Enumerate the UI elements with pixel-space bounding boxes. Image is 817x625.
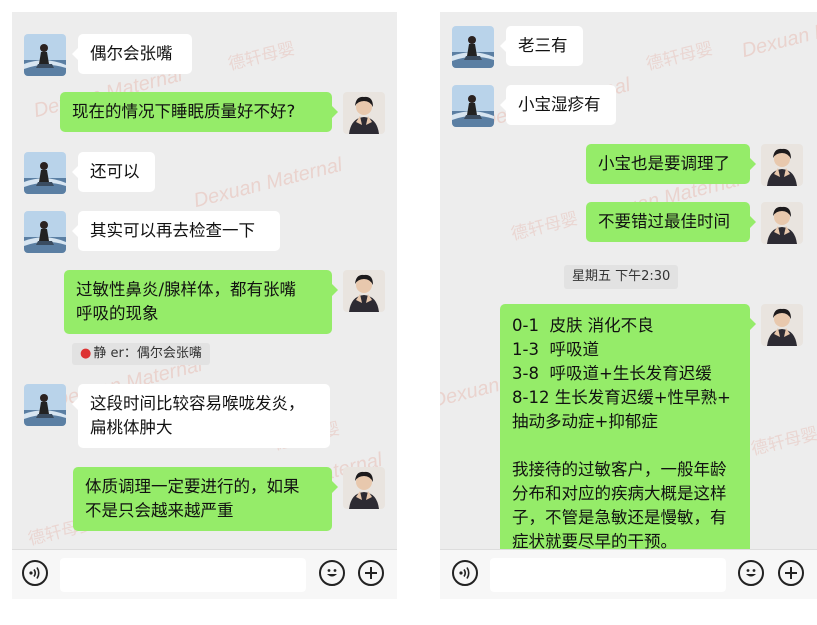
watermark: Dexuan Maternal xyxy=(739,12,817,63)
contact-avatar[interactable] xyxy=(24,211,66,253)
message-bubble-outgoing[interactable]: 过敏性鼻炎/腺样体，都有张嘴 呼吸的现象 xyxy=(64,270,338,334)
timestamp: 星期五 下午2:30 xyxy=(564,265,679,289)
message-input[interactable] xyxy=(60,558,306,592)
contact-avatar[interactable] xyxy=(24,152,66,194)
message-bubble-incoming[interactable]: 偶尔会张嘴 xyxy=(72,34,192,74)
contact-avatar[interactable] xyxy=(452,26,494,68)
watermark: 德轩母婴 xyxy=(644,38,715,74)
message-bubble-outgoing[interactable]: 小宝也是要调理了 xyxy=(586,144,756,184)
message-list[interactable]: Dexuan Maternal Dexuan Maternal Dexuan M… xyxy=(440,12,817,549)
chat-panel-left: Dexuan Maternal Dexuan Maternal Dexuan M… xyxy=(12,12,397,599)
watermark: 德轩母婴 xyxy=(226,38,297,74)
quoted-reply[interactable]: ● 静 er：偶尔会张嘴 xyxy=(72,343,210,365)
my-avatar[interactable] xyxy=(343,92,385,134)
input-toolbar xyxy=(440,549,817,599)
add-icon[interactable] xyxy=(358,560,384,586)
contact-avatar[interactable] xyxy=(24,34,66,76)
message-list[interactable]: Dexuan Maternal Dexuan Maternal Dexuan M… xyxy=(12,12,397,549)
quoted-text: 静 er：偶尔会张嘴 xyxy=(93,346,202,361)
my-avatar[interactable] xyxy=(761,202,803,244)
contact-avatar[interactable] xyxy=(452,85,494,127)
watermark: 德轩母婴 xyxy=(749,423,817,459)
chat-panel-right: Dexuan Maternal Dexuan Maternal Dexuan M… xyxy=(440,12,817,599)
my-avatar[interactable] xyxy=(761,304,803,346)
contact-avatar[interactable] xyxy=(24,384,66,426)
message-bubble-outgoing[interactable]: 不要错过最佳时间 xyxy=(586,202,756,242)
voice-icon[interactable] xyxy=(22,560,48,586)
watermark: 德轩母婴 xyxy=(509,208,580,244)
message-bubble-incoming[interactable]: 老三有 xyxy=(500,26,583,66)
watermark: Dexuan Maternal xyxy=(191,153,345,213)
input-toolbar xyxy=(12,549,397,599)
message-bubble-incoming[interactable]: 这段时间比较容易喉咙发炎， 扁桃体肿大 xyxy=(72,384,330,448)
voice-icon[interactable] xyxy=(452,560,478,586)
message-bubble-incoming[interactable]: 其实可以再去检查一下 xyxy=(72,211,280,251)
message-bubble-incoming[interactable]: 还可以 xyxy=(72,152,155,192)
my-avatar[interactable] xyxy=(761,144,803,186)
add-icon[interactable] xyxy=(778,560,804,586)
message-input[interactable] xyxy=(490,558,726,592)
message-bubble-outgoing[interactable]: 现在的情况下睡眠质量好不好? xyxy=(60,92,338,132)
emoji-icon[interactable] xyxy=(319,560,345,586)
message-bubble-outgoing[interactable]: 体质调理一定要进行的，如果 不是只会越来越严重 xyxy=(73,467,338,531)
emoji-icon[interactable] xyxy=(738,560,764,586)
my-avatar[interactable] xyxy=(343,270,385,312)
message-bubble-incoming[interactable]: 小宝湿疹有 xyxy=(500,85,616,125)
my-avatar[interactable] xyxy=(343,467,385,509)
lips-icon: ● xyxy=(80,346,92,361)
message-bubble-outgoing[interactable]: 0-1 皮肤 消化不良 1-3 呼吸道 3-8 呼吸道+生长发育迟缓 8-12 … xyxy=(500,304,756,549)
